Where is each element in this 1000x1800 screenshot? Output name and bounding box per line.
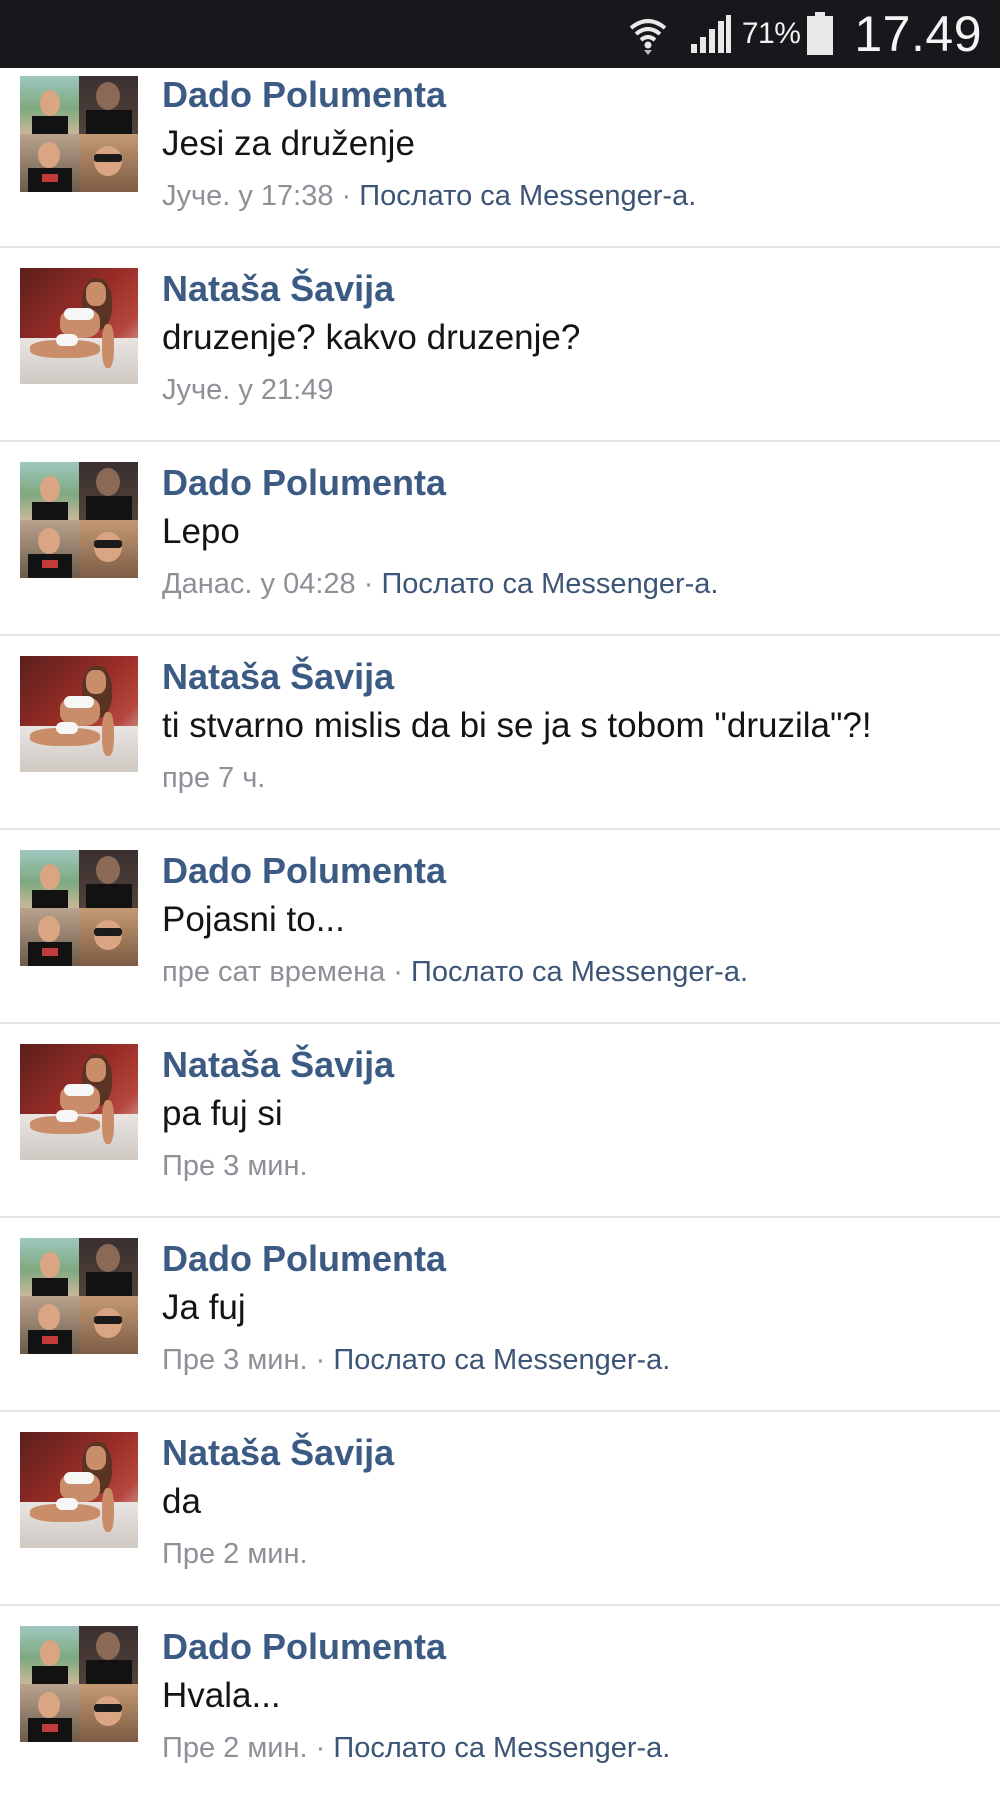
avatar[interactable] [20,76,138,192]
message-meta: Пре 3 мин. [162,1150,308,1183]
signal-icon [690,15,731,53]
battery-percent: 71% [741,17,801,50]
message-item[interactable]: Nataša Šavija pa fuj si Пре 3 мин. [0,1024,1000,1218]
meta-separator: · [307,1344,334,1376]
message-item[interactable]: Nataša Šavija ti stvarno mislis da bi se… [0,636,1000,830]
sender-name[interactable]: Dado Polumenta [162,1626,446,1668]
message-item[interactable]: Dado Polumenta Ja fuj Пре 3 мин. · Посла… [0,1218,1000,1412]
avatar[interactable] [20,1626,138,1742]
sender-name[interactable]: Dado Polumenta [162,74,446,116]
message-text: Pojasni to... [162,900,345,939]
avatar[interactable] [20,1044,138,1160]
message-meta: Јуче. у 21:49 [162,374,333,407]
message-time: пре 7 ч. [162,762,266,794]
message-meta: Пре 2 мин. [162,1538,308,1571]
status-bar: 71% 17.49 [0,0,1000,68]
message-item[interactable]: Dado Polumenta Lepo Данас. у 04:28 · Пос… [0,442,1000,636]
message-text: Hvala... [162,1676,281,1715]
message-meta: пре сат времена · Послато са Messenger-а… [162,956,748,989]
message-time: Јуче. у 21:49 [162,374,334,406]
message-item[interactable]: Nataša Šavija druzenje? kakvo druzenje? … [0,248,1000,442]
messenger-source-link[interactable]: Послато са Messenger-а. [381,568,718,600]
message-meta: Јуче. у 17:38 · Послато са Messenger-а. [162,180,696,213]
message-text: ti stvarno mislis da bi se ja s tobom "d… [162,706,872,745]
message-meta: пре 7 ч. [162,762,265,795]
message-item[interactable]: Nataša Šavija da Пре 2 мин. [0,1412,1000,1606]
message-text: pa fuj si [162,1094,283,1133]
avatar[interactable] [20,462,138,578]
sender-name[interactable]: Dado Polumenta [162,1238,446,1280]
message-time: Јуче. у 17:38 [162,180,334,212]
message-time: Пре 2 мин. [162,1538,308,1570]
message-time: Пре 3 мин. [162,1344,308,1376]
meta-separator: · [385,956,412,988]
avatar[interactable] [20,268,138,384]
message-text: da [162,1482,201,1521]
sender-name[interactable]: Dado Polumenta [162,850,446,892]
message-time: Данас. у 04:28 [162,568,356,600]
message-item[interactable]: Dado Polumenta Jesi za druženje Јуче. у … [0,68,1000,248]
meta-separator: · [333,180,360,212]
messenger-source-link[interactable]: Послато са Messenger-а. [333,1344,670,1376]
messenger-source-link[interactable]: Послато са Messenger-а. [411,956,748,988]
sender-name[interactable]: Nataša Šavija [162,656,394,698]
message-meta: Пре 2 мин. · Послато са Messenger-а. [162,1732,670,1765]
message-time: пре сат времена [162,956,386,988]
messenger-source-link[interactable]: Послато са Messenger-а. [359,180,696,212]
message-item[interactable]: Dado Polumenta Hvala... Пре 2 мин. · Пос… [0,1606,1000,1800]
messenger-source-link[interactable]: Послато са Messenger-а. [333,1732,670,1764]
message-item[interactable]: Dado Polumenta Pojasni to... пре сат вре… [0,830,1000,1024]
avatar[interactable] [20,1238,138,1354]
message-text: Ja fuj [162,1288,246,1327]
message-list: Dado Polumenta Jesi za druženje Јуче. у … [0,68,1000,1800]
wifi-icon [629,19,667,55]
message-meta: Пре 3 мин. · Послато са Messenger-а. [162,1344,670,1377]
avatar[interactable] [20,656,138,772]
sender-name[interactable]: Nataša Šavija [162,1044,394,1086]
avatar[interactable] [20,1432,138,1548]
meta-separator: · [307,1732,334,1764]
message-meta: Данас. у 04:28 · Послато са Messenger-а. [162,568,718,601]
message-time: Пре 3 мин. [162,1150,308,1182]
sender-name[interactable]: Dado Polumenta [162,462,446,504]
meta-separator: · [355,568,382,600]
message-time: Пре 2 мин. [162,1732,308,1764]
message-text: druzenje? kakvo druzenje? [162,318,581,357]
sender-name[interactable]: Nataša Šavija [162,1432,394,1474]
clock: 17.49 [854,6,982,62]
sender-name[interactable]: Nataša Šavija [162,268,394,310]
battery-icon [807,12,834,55]
avatar[interactable] [20,850,138,966]
message-text: Jesi za druženje [162,124,415,163]
status-icons: 71% 17.49 [628,0,982,68]
message-text: Lepo [162,512,240,551]
